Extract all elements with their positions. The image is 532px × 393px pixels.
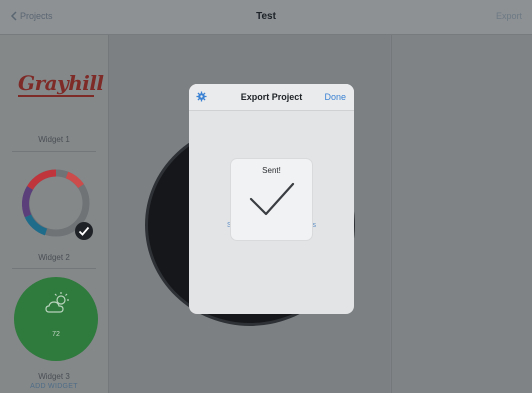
dialog-header: Export Project Done	[189, 84, 354, 111]
sent-confirmation-toast: Sent!	[231, 159, 312, 240]
widget-1-label: Widget 1	[38, 135, 70, 144]
widget-2-label: Widget 2	[38, 253, 70, 262]
checkmark-circle-icon	[75, 222, 93, 240]
done-button[interactable]: Done	[324, 92, 346, 102]
grayhill-logo: Grayhill	[18, 71, 104, 95]
add-widget-button[interactable]: ADD WIDGET	[0, 383, 108, 390]
dialog-link-right[interactable]: s	[313, 222, 317, 229]
weather-widget[interactable]: 72	[14, 277, 98, 361]
app-window: Projects Test Export Grayhill Widget 1 W…	[0, 0, 532, 393]
navigation-bar: Projects Test Export	[0, 0, 532, 35]
widget-3-label: Widget 3	[38, 372, 70, 381]
properties-panel	[391, 35, 532, 393]
widget-sidebar: Grayhill Widget 1 Widget 2 72 Widget 3 A…	[0, 35, 109, 393]
partly-cloudy-icon	[45, 292, 69, 313]
logo-underline	[18, 95, 94, 97]
toast-text: Sent!	[262, 166, 281, 175]
checkmark-icon	[249, 182, 295, 216]
temperature-value: 72	[52, 331, 60, 338]
divider	[12, 151, 96, 152]
page-title: Test	[256, 11, 276, 22]
export-button[interactable]: Export	[496, 11, 522, 21]
divider	[12, 268, 96, 269]
